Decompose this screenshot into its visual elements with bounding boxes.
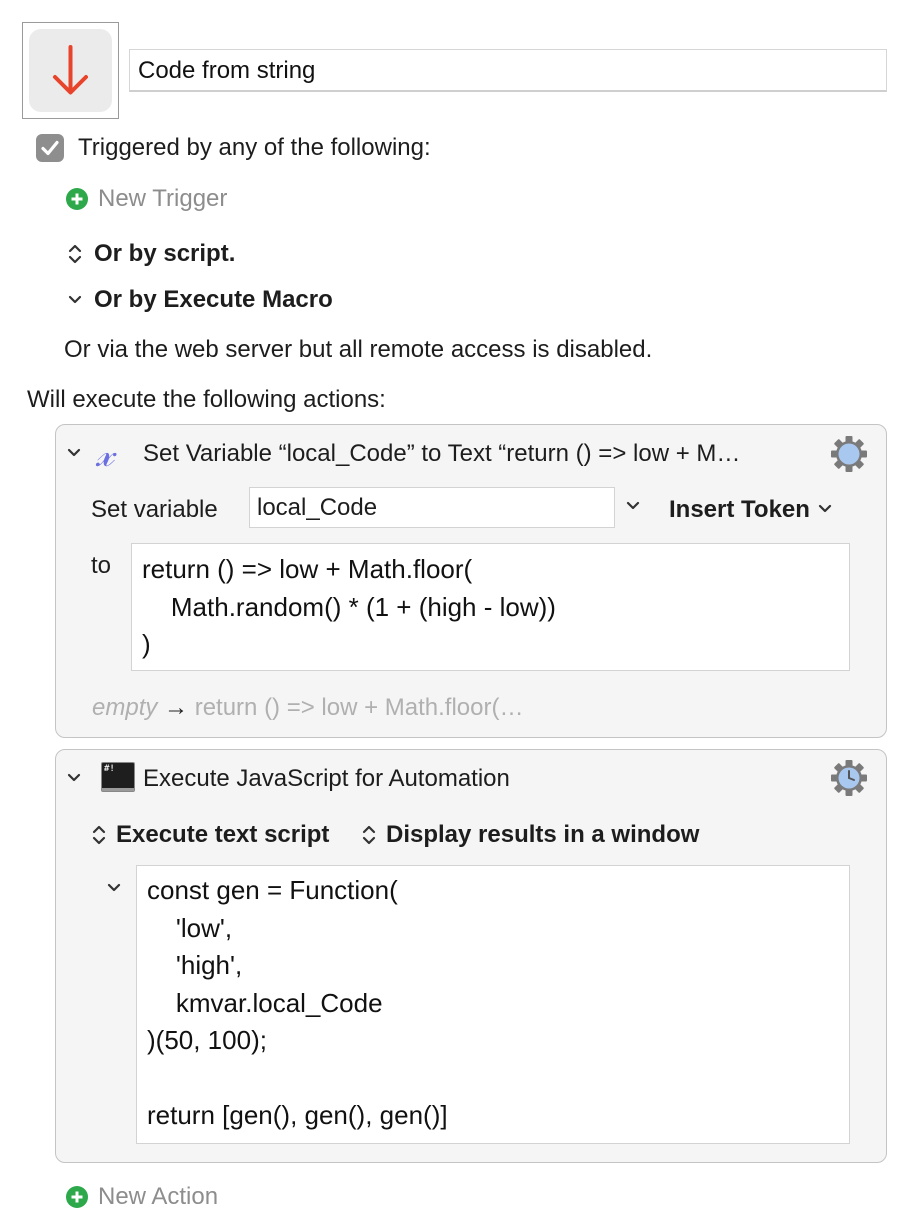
or-by-script-label: Or by script. [94, 240, 236, 267]
web-server-note: Or via the web server but all remote acc… [64, 336, 653, 363]
results-mode-popup[interactable]: Display results in a window [360, 820, 699, 850]
terminal-icon: #! [101, 762, 135, 792]
triggered-checkbox[interactable] [36, 134, 64, 162]
variable-text-field[interactable]: return () => low + Math.floor( Math.rand… [131, 543, 850, 671]
add-circle-icon [66, 1186, 88, 1208]
variable-x-icon: 𝓍 [96, 431, 114, 475]
new-action-label: New Action [98, 1183, 219, 1210]
gear-clock-icon[interactable] [830, 759, 868, 797]
insert-token-label: Insert Token [669, 496, 810, 523]
or-by-script-disclosure[interactable]: Or by script. [66, 239, 235, 269]
preview-empty: empty [92, 694, 158, 721]
checkmark-icon [41, 140, 59, 156]
set-variable-label: Set variable [91, 496, 218, 523]
to-label: to [91, 552, 112, 579]
text-line: ) [142, 629, 151, 659]
variable-dropdown-chevron-icon[interactable] [624, 499, 642, 515]
new-trigger-label: New Trigger [98, 185, 228, 212]
triggered-label: Triggered by any of the following: [78, 134, 431, 161]
execute-jxa-action-title: Execute JavaScript for Automation [143, 765, 510, 792]
macro-icon-well[interactable] [22, 22, 119, 119]
insert-token-button[interactable]: Insert Token [669, 495, 834, 525]
results-mode-label: Display results in a window [386, 821, 700, 848]
preview-arrow-icon: → [164, 694, 189, 721]
text-line: Math.random() * (1 + (high - low)) [142, 591, 556, 622]
actions-heading: Will execute the following actions: [27, 386, 386, 413]
gear-icon[interactable] [830, 435, 868, 473]
set-variable-action[interactable]: 𝓍 Set Variable “local_Code” to Text “ret… [55, 424, 887, 738]
script-line [147, 1060, 849, 1098]
macro-icon-tile [29, 29, 112, 112]
new-trigger-button[interactable]: New Trigger [66, 184, 227, 214]
script-line: 'high', [147, 950, 243, 980]
updown-chevron-icon [362, 825, 376, 845]
new-action-button[interactable]: New Action [66, 1182, 218, 1212]
script-line: kmvar.local_Code [147, 987, 383, 1018]
text-line: return () => low + Math.floor( [142, 554, 473, 584]
or-by-execute-macro-label: Or by Execute Macro [94, 286, 333, 313]
script-text-field[interactable]: const gen = Function( 'low', 'high', kmv… [136, 865, 850, 1144]
script-collapse-chevron-icon[interactable] [105, 881, 123, 897]
execute-mode-label: Execute text script [116, 821, 330, 848]
collapse-chevron-icon[interactable] [65, 770, 83, 786]
updown-chevron-icon [92, 825, 106, 845]
or-by-execute-macro-disclosure[interactable]: Or by Execute Macro [66, 285, 333, 315]
macro-name-field[interactable]: Code from string [129, 49, 887, 92]
script-line: const gen = Function( [147, 875, 398, 905]
updown-chevron-icon [68, 244, 82, 264]
collapse-chevron-icon[interactable] [65, 445, 83, 461]
preview-value: return () => low + Math.floor(… [194, 694, 524, 721]
result-preview: empty → return () => low + Math.floor(… [92, 693, 523, 723]
script-line: return [gen(), gen(), gen()] [147, 1100, 448, 1130]
execute-mode-popup[interactable]: Execute text script [90, 820, 329, 850]
variable-name-field[interactable]: local_Code [249, 487, 615, 528]
add-circle-icon [66, 188, 88, 210]
set-variable-action-title: Set Variable “local_Code” to Text “retur… [143, 440, 741, 467]
chevron-down-icon [818, 504, 832, 513]
script-line: )(50, 100); [147, 1025, 267, 1055]
script-line: 'low', [147, 912, 233, 943]
execute-jxa-action[interactable]: #! Execute JavaScript for Automation Exe… [55, 749, 887, 1163]
chevron-down-icon [68, 295, 82, 304]
down-arrow-icon [53, 45, 88, 95]
